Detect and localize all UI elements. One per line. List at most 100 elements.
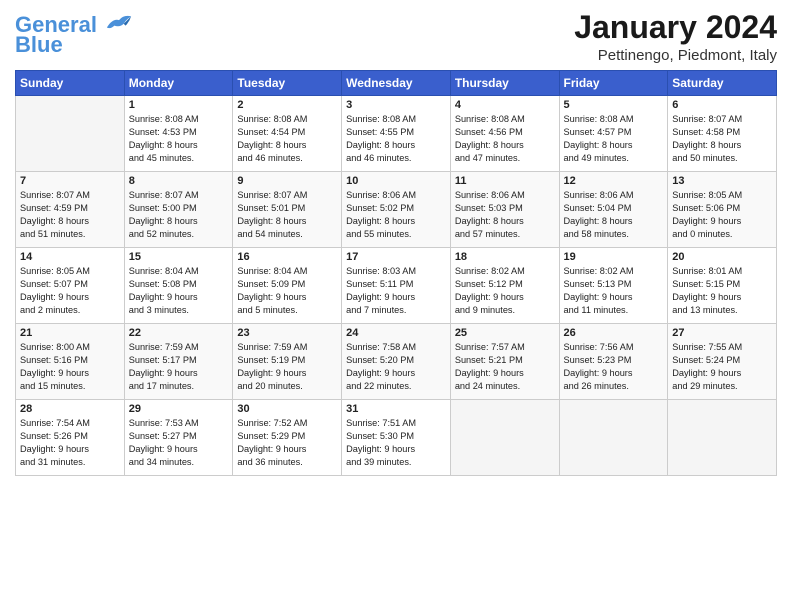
cell-text-line: Sunset: 4:56 PM — [455, 126, 555, 139]
day-header-thursday: Thursday — [450, 71, 559, 96]
cell-text-line: Sunrise: 7:54 AM — [20, 417, 120, 430]
day-number: 25 — [455, 327, 555, 339]
cell-text-line: Daylight: 9 hours — [346, 443, 446, 456]
calendar-cell: 31Sunrise: 7:51 AMSunset: 5:30 PMDayligh… — [342, 400, 451, 476]
cell-text-line: and 36 minutes. — [237, 456, 337, 469]
cell-text-line: and 20 minutes. — [237, 380, 337, 393]
day-number: 14 — [20, 251, 120, 263]
cell-text-line: Daylight: 8 hours — [455, 215, 555, 228]
day-number: 26 — [564, 327, 664, 339]
day-header-saturday: Saturday — [668, 71, 777, 96]
cell-text-line: Daylight: 8 hours — [346, 139, 446, 152]
calendar-cell: 7Sunrise: 8:07 AMSunset: 4:59 PMDaylight… — [16, 172, 125, 248]
cell-text-line: and 24 minutes. — [455, 380, 555, 393]
calendar-cell: 1Sunrise: 8:08 AMSunset: 4:53 PMDaylight… — [124, 96, 233, 172]
calendar-week-row: 14Sunrise: 8:05 AMSunset: 5:07 PMDayligh… — [16, 248, 777, 324]
calendar-cell: 20 Sunrise: 8:01 AMSunset: 5:15 PMDayligh… — [668, 248, 777, 324]
cell-text-line: Sunset: 5:30 PM — [346, 430, 446, 443]
cell-text-line: Sunrise: 8:08 AM — [564, 113, 664, 126]
cell-text-line: Sunset: 5:29 PM — [237, 430, 337, 443]
cell-text-line: Sunrise: 7:52 AM — [237, 417, 337, 430]
cell-text-line: Daylight: 9 hours — [20, 291, 120, 304]
cell-text-line: Sunrise: 7:53 AM — [129, 417, 229, 430]
day-number: 23 — [237, 327, 337, 339]
day-number: 7 — [20, 175, 120, 187]
cell-text-line: Daylight: 8 hours — [237, 215, 337, 228]
calendar-cell: 19Sunrise: 8:02 AMSunset: 5:13 PMDayligh… — [559, 248, 668, 324]
day-number: 2 — [237, 99, 337, 111]
cell-text-line: Sunset: 5:16 PM — [20, 354, 120, 367]
day-number: 20 — [672, 251, 772, 263]
cell-text-line: and 55 minutes. — [346, 228, 446, 241]
cell-text-line: Sunset: 5:13 PM — [564, 278, 664, 291]
day-number: 5 — [564, 99, 664, 111]
cell-text-line: Sunrise: 8:07 AM — [672, 113, 772, 126]
cell-text-line: and 51 minutes. — [20, 228, 120, 241]
day-number: 30 — [237, 403, 337, 415]
calendar-cell: 6Sunrise: 8:07 AMSunset: 4:58 PMDaylight… — [668, 96, 777, 172]
cell-text-line: and 46 minutes. — [237, 152, 337, 165]
day-number: 29 — [129, 403, 229, 415]
logo: General Blue — [15, 14, 133, 58]
cell-text-line: Sunset: 5:03 PM — [455, 202, 555, 215]
calendar-cell — [668, 400, 777, 476]
cell-text-line: and 31 minutes. — [20, 456, 120, 469]
day-number: 21 — [20, 327, 120, 339]
calendar-cell: 22Sunrise: 7:59 AMSunset: 5:17 PMDayligh… — [124, 324, 233, 400]
cell-text-line: Sunset: 5:00 PM — [129, 202, 229, 215]
day-number: 13 — [672, 175, 772, 187]
cell-text-line: Daylight: 9 hours — [672, 291, 772, 304]
calendar-week-row: 28Sunrise: 7:54 AMSunset: 5:26 PMDayligh… — [16, 400, 777, 476]
cell-text-line: Sunset: 5:11 PM — [346, 278, 446, 291]
cell-text-line: Sunset: 5:26 PM — [20, 430, 120, 443]
cell-text-line: Sunset: 5:08 PM — [129, 278, 229, 291]
cell-text-line: Sunrise: 7:56 AM — [564, 341, 664, 354]
calendar-week-row: 1Sunrise: 8:08 AMSunset: 4:53 PMDaylight… — [16, 96, 777, 172]
cell-text-line: Daylight: 8 hours — [20, 215, 120, 228]
day-number: 9 — [237, 175, 337, 187]
calendar-cell: 5Sunrise: 8:08 AMSunset: 4:57 PMDaylight… — [559, 96, 668, 172]
location: Pettinengo, Piedmont, Italy — [574, 47, 777, 64]
cell-text-line: Sunset: 5:19 PM — [237, 354, 337, 367]
cell-text-line: Sunset: 4:54 PM — [237, 126, 337, 139]
cell-text-line: and 34 minutes. — [129, 456, 229, 469]
cell-text-line: Daylight: 9 hours — [129, 443, 229, 456]
cell-text-line: Sunset: 5:06 PM — [672, 202, 772, 215]
cell-text-line: Sunset: 5:17 PM — [129, 354, 229, 367]
calendar-table: SundayMondayTuesdayWednesdayThursdayFrid… — [15, 70, 777, 476]
calendar-cell — [16, 96, 125, 172]
cell-text-line: Daylight: 8 hours — [564, 139, 664, 152]
title-block: January 2024 Pettinengo, Piedmont, Italy — [574, 10, 777, 64]
cell-text-line: Daylight: 8 hours — [129, 215, 229, 228]
cell-text-line: and 58 minutes. — [564, 228, 664, 241]
cell-text-line: Sunrise: 8:02 AM — [564, 265, 664, 278]
calendar-cell: 2Sunrise: 8:08 AMSunset: 4:54 PMDaylight… — [233, 96, 342, 172]
day-header-sunday: Sunday — [16, 71, 125, 96]
calendar-cell: 4Sunrise: 8:08 AMSunset: 4:56 PMDaylight… — [450, 96, 559, 172]
day-number: 18 — [455, 251, 555, 263]
day-number: 10 — [346, 175, 446, 187]
cell-text-line: Sunrise: 8:01 AM — [672, 265, 772, 278]
cell-text-line: and 26 minutes. — [564, 380, 664, 393]
cell-text-line: and 0 minutes. — [672, 228, 772, 241]
cell-text-line: and 50 minutes. — [672, 152, 772, 165]
calendar-week-row: 21Sunrise: 8:00 AMSunset: 5:16 PMDayligh… — [16, 324, 777, 400]
page-container: General Blue January 2024 Pettinengo, Pi… — [0, 0, 792, 484]
calendar-header-row: SundayMondayTuesdayWednesdayThursdayFrid… — [16, 71, 777, 96]
cell-text-line: Sunrise: 8:08 AM — [129, 113, 229, 126]
header: General Blue January 2024 Pettinengo, Pi… — [15, 10, 777, 64]
cell-text-line: Daylight: 9 hours — [564, 367, 664, 380]
calendar-cell: 8Sunrise: 8:07 AMSunset: 5:00 PMDaylight… — [124, 172, 233, 248]
cell-text-line: Sunset: 5:04 PM — [564, 202, 664, 215]
cell-text-line: and 57 minutes. — [455, 228, 555, 241]
cell-text-line: Sunset: 5:15 PM — [672, 278, 772, 291]
calendar-cell: 17Sunrise: 8:03 AMSunset: 5:11 PMDayligh… — [342, 248, 451, 324]
day-header-monday: Monday — [124, 71, 233, 96]
cell-text-line: Sunrise: 8:03 AM — [346, 265, 446, 278]
cell-text-line: Sunset: 5:23 PM — [564, 354, 664, 367]
cell-text-line: Sunrise: 7:57 AM — [455, 341, 555, 354]
cell-text-line: Daylight: 9 hours — [237, 291, 337, 304]
day-number: 16 — [237, 251, 337, 263]
cell-text-line: and 3 minutes. — [129, 304, 229, 317]
calendar-cell: 3Sunrise: 8:08 AMSunset: 4:55 PMDaylight… — [342, 96, 451, 172]
